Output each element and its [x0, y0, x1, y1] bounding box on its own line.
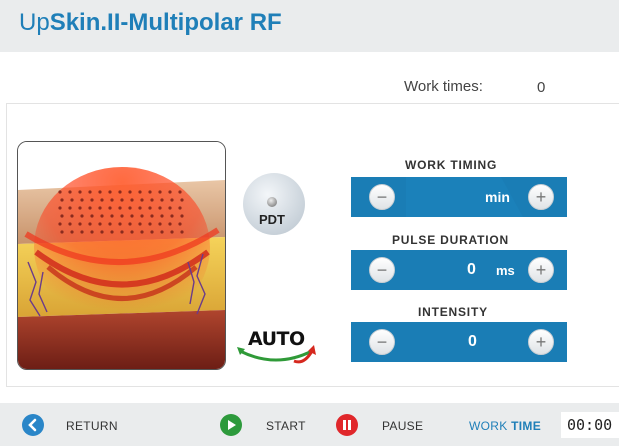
start-label: START — [266, 419, 306, 433]
pulse-duration-decrease-button[interactable]: − — [369, 257, 395, 283]
pause-button[interactable] — [336, 414, 358, 436]
work-times-value: 0 — [537, 79, 546, 96]
pulse-duration-label: PULSE DURATION — [392, 233, 509, 247]
minus-icon: − — [376, 187, 388, 207]
plus-icon: + — [535, 332, 547, 352]
pause-icon — [343, 420, 351, 430]
pdt-button[interactable]: PDT — [243, 173, 305, 235]
title-prefix: Up — [19, 9, 50, 36]
plus-icon: + — [535, 260, 547, 280]
intensity-decrease-button[interactable]: − — [369, 329, 395, 355]
pulse-duration-unit: ms — [496, 263, 515, 278]
pdt-label: PDT — [259, 212, 285, 227]
work-timing-decrease-button[interactable]: − — [369, 184, 395, 210]
work-time-display: 00:00 — [561, 412, 619, 438]
auto-label: AUTO — [248, 328, 305, 350]
pdt-indicator-icon — [267, 197, 277, 207]
skin-illustration — [17, 141, 226, 370]
work-timing-control: − min + — [351, 177, 567, 217]
work-times-label: Work times: — [404, 78, 483, 95]
header-bar: UpSkin.II-Multipolar RF — [0, 0, 619, 52]
pulse-duration-increase-button[interactable]: + — [528, 257, 554, 283]
intensity-control: − 0 + — [351, 322, 567, 362]
app-title: UpSkin.II-Multipolar RF — [19, 9, 282, 37]
chevron-left-icon — [28, 418, 37, 432]
play-icon — [228, 420, 236, 430]
work-timing-increase-button[interactable]: + — [528, 184, 554, 210]
work-time-label: WORK TIME — [469, 419, 542, 433]
minus-icon: − — [376, 332, 388, 352]
plus-icon: + — [535, 187, 547, 207]
return-button[interactable] — [22, 414, 44, 436]
work-timing-unit: min — [485, 189, 510, 205]
auto-button[interactable]: AUTO — [234, 325, 318, 365]
return-label: RETURN — [66, 419, 118, 433]
footer-bar: RETURN START PAUSE WORK TIME 00:00 — [0, 403, 619, 446]
intensity-increase-button[interactable]: + — [528, 329, 554, 355]
pause-label: PAUSE — [382, 419, 424, 433]
title-bold: Skin.II-Multipolar RF — [49, 9, 282, 36]
intensity-value: 0 — [468, 333, 477, 350]
work-time-value: 00:00 — [567, 416, 613, 434]
start-button[interactable] — [220, 414, 242, 436]
minus-icon: − — [376, 260, 388, 280]
intensity-label: INTENSITY — [418, 305, 488, 319]
pulse-duration-control: − 0 ms + — [351, 250, 567, 290]
pulse-duration-value: 0 — [467, 261, 476, 278]
work-timing-label: WORK TIMING — [405, 158, 498, 172]
